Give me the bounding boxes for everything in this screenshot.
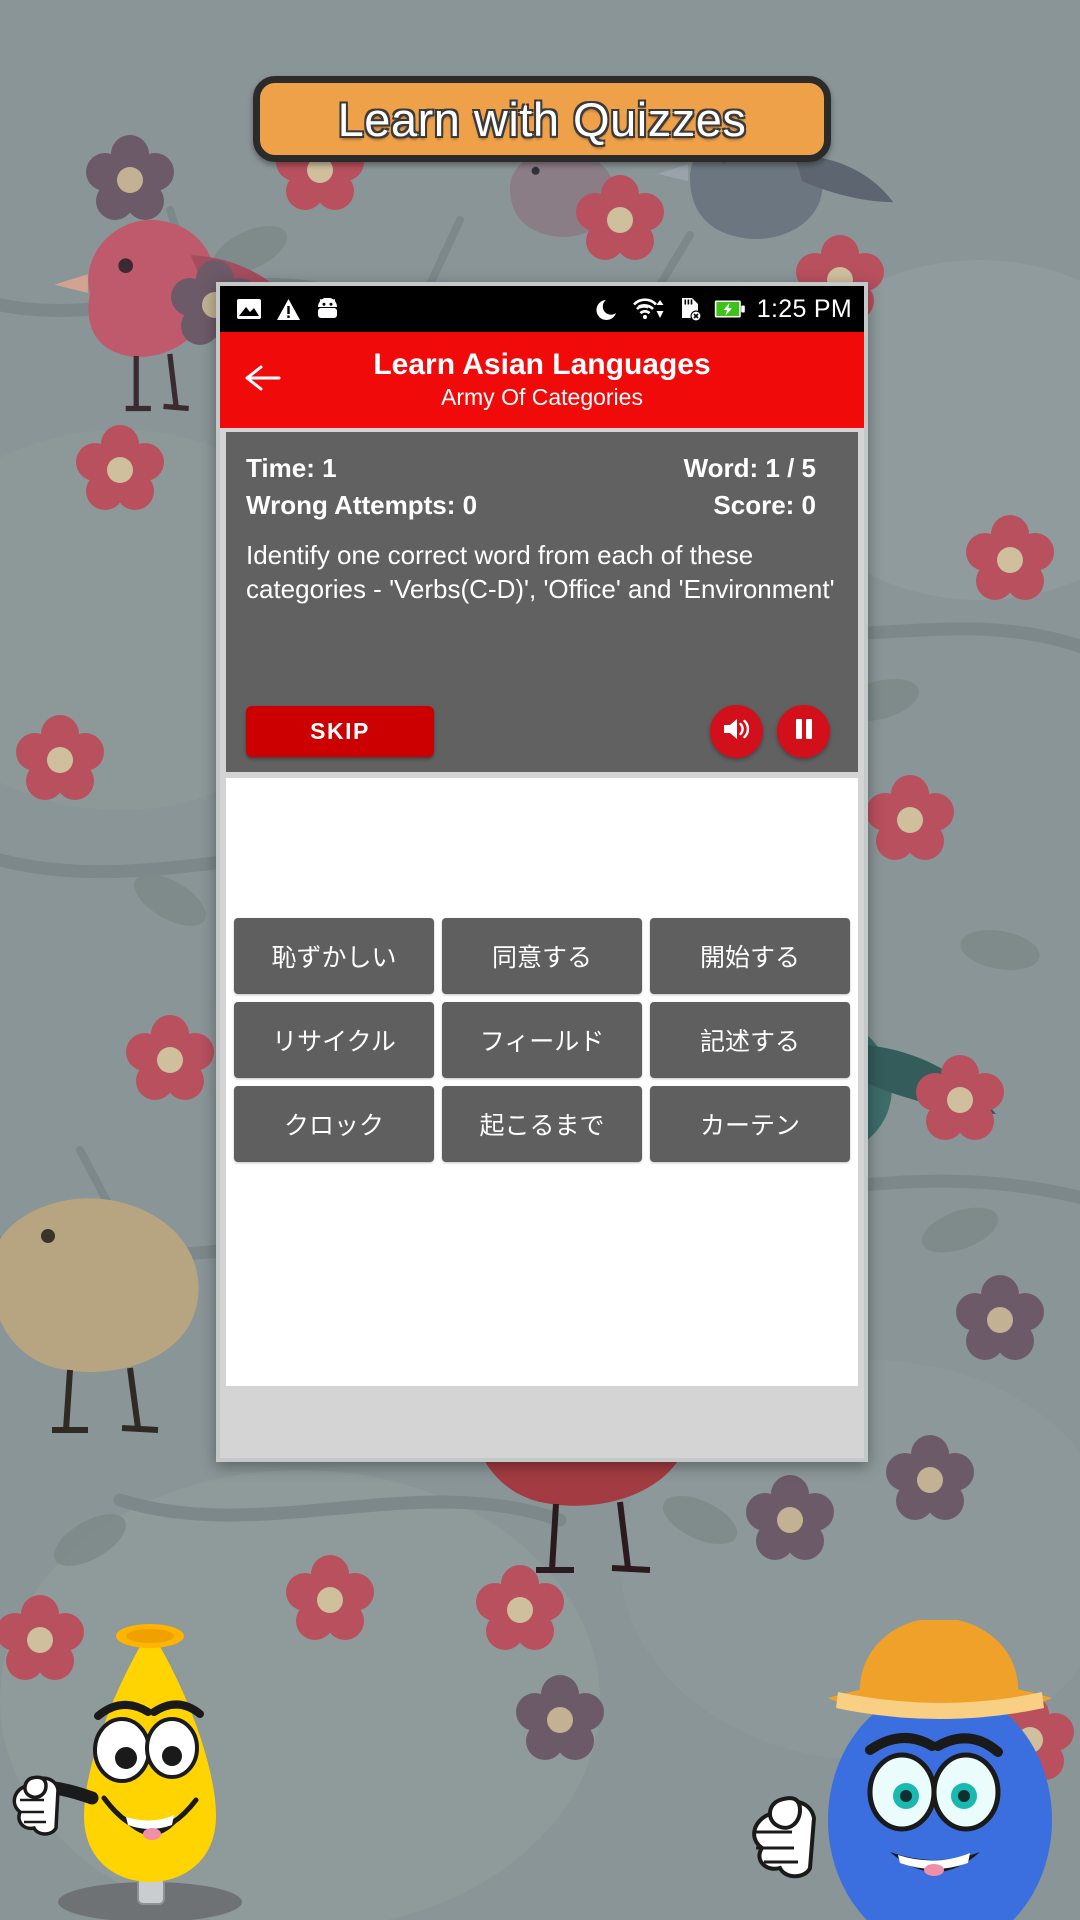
answer-option[interactable]: 記述する <box>650 1002 850 1078</box>
answer-option[interactable]: 開始する <box>650 918 850 994</box>
app-bar: Learn Asian Languages Army Of Categories <box>220 332 864 428</box>
wrong-attempts-label: Wrong Attempts: 0 <box>246 489 478 520</box>
skip-button[interactable]: SKIP <box>246 706 434 757</box>
panel-spacer <box>246 606 838 705</box>
page-title: Learn Asian Languages <box>373 348 711 382</box>
status-bar-right-icons: 1:25 PM <box>596 295 852 324</box>
word-counter-label: Word: 1 / 5 <box>683 453 816 483</box>
quiz-info-panel: Time: 1 Word: 1 / 5 Wrong Attempts: 0 Sc… <box>226 432 858 772</box>
sd-card-off-icon <box>677 296 703 322</box>
app-bar-titles: Learn Asian Languages Army Of Categories <box>220 348 864 411</box>
answer-option[interactable]: カーテン <box>650 1086 850 1162</box>
answer-option[interactable]: クロック <box>234 1086 434 1162</box>
answer-option[interactable]: 起こるまで <box>442 1086 642 1162</box>
warning-icon <box>276 298 301 321</box>
answer-options-grid: 恥ずかしい 同意する 開始する リサイクル フィールド 記述する クロック 起こ… <box>234 918 850 1162</box>
photo-icon <box>236 298 262 320</box>
battery-charging-icon <box>714 299 746 319</box>
status-bar-clock: 1:25 PM <box>756 294 852 323</box>
pause-icon <box>792 716 816 747</box>
android-icon <box>315 297 340 321</box>
stats-row-top: Time: 1 Word: 1 / 5 <box>246 450 838 487</box>
pause-button[interactable] <box>777 705 830 758</box>
quiz-prompt-text: Identify one correct word from each of t… <box>246 539 835 605</box>
speaker-button[interactable] <box>710 705 763 758</box>
back-arrow-icon <box>245 364 281 397</box>
promo-banner: Learn with Quizzes <box>253 76 831 162</box>
status-bar-left-icons <box>236 297 340 321</box>
time-label: Time: 1 <box>246 453 337 483</box>
stats-row-bottom: Wrong Attempts: 0 Score: 0 <box>246 487 838 524</box>
panel-actions: SKIP <box>246 705 838 758</box>
speaker-volume-icon <box>721 715 753 748</box>
media-controls <box>710 705 830 758</box>
answer-option[interactable]: リサイクル <box>234 1002 434 1078</box>
status-bar: 1:25 PM <box>220 286 864 332</box>
mascot-yellow-character <box>0 1620 300 1920</box>
wifi-icon <box>632 297 666 321</box>
score-label: Score: 0 <box>713 489 816 520</box>
phone-mockup: 1:25 PM Learn Asian Languages Army Of Ca… <box>216 282 868 1462</box>
do-not-disturb-moon-icon <box>596 297 621 322</box>
answer-area: 恥ずかしい 同意する 開始する リサイクル フィールド 記述する クロック 起こ… <box>226 778 858 1386</box>
page-subtitle: Army Of Categories <box>441 384 643 410</box>
answer-option[interactable]: 恥ずかしい <box>234 918 434 994</box>
answer-option[interactable]: 同意する <box>442 918 642 994</box>
mascot-blue-character <box>730 1617 1080 1920</box>
back-button[interactable] <box>234 351 292 409</box>
answer-option[interactable]: フィールド <box>442 1002 642 1078</box>
promo-banner-text: Learn with Quizzes <box>337 92 747 146</box>
